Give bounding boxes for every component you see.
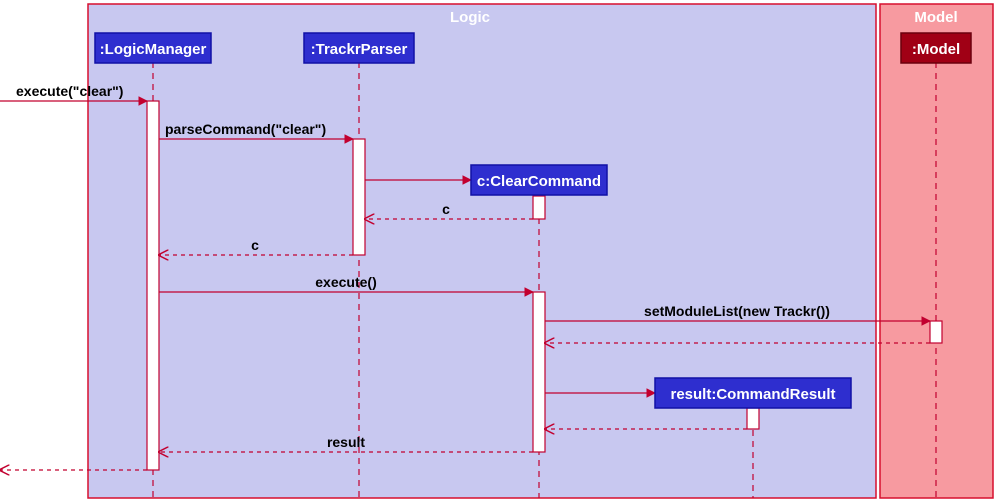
activation-logicmanager [147, 101, 159, 470]
message-parsecommand-label: parseCommand("clear") [165, 121, 326, 137]
message-return-c-2-label: c [251, 237, 259, 253]
activation-model [930, 321, 942, 343]
activation-clearcommand-1 [533, 196, 545, 219]
message-return-result-label: result [327, 434, 365, 450]
participant-commandresult-label: result:CommandResult [670, 386, 835, 403]
participant-logicmanager-label: :LogicManager [100, 41, 207, 58]
message-setmodulelist-label: setModuleList(new Trackr()) [644, 303, 830, 319]
message-execute-label: execute() [315, 274, 376, 290]
activation-commandresult [747, 408, 759, 429]
activation-trackrparser [353, 139, 365, 255]
participant-clearcommand-label: c:ClearCommand [477, 173, 601, 190]
message-execute-clear-label: execute("clear") [16, 83, 123, 99]
participant-trackrparser-label: :TrackrParser [311, 41, 408, 58]
sequence-diagram: Logic Model :LogicManager :TrackrParser … [0, 0, 997, 501]
activation-clearcommand-2 [533, 292, 545, 452]
message-return-c-1-label: c [442, 201, 450, 217]
frame-model-label: Model [914, 9, 957, 26]
participant-model-label: :Model [912, 41, 960, 58]
frame-logic-label: Logic [450, 9, 490, 26]
